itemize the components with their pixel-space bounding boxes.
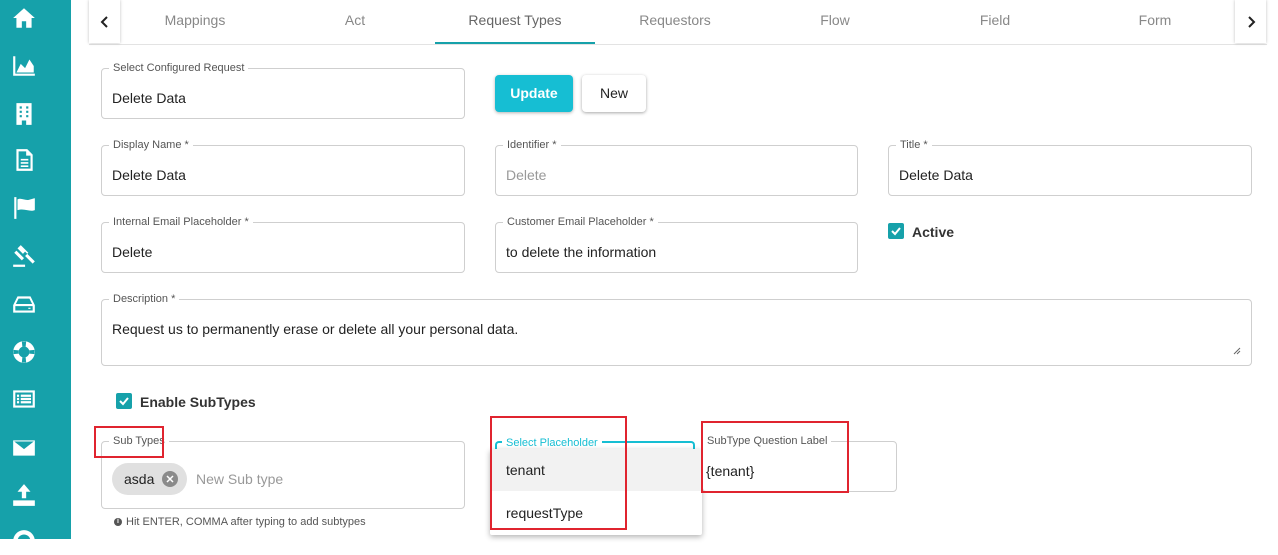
enable-subtypes-label: Enable SubTypes	[140, 394, 256, 410]
list-icon[interactable]	[10, 385, 38, 413]
lifebuoy-icon[interactable]	[10, 338, 38, 366]
customer-email-placeholder-value: to delete the information	[506, 244, 657, 260]
identifier-placeholder: Delete	[506, 167, 547, 183]
select-configured-request-value: Delete Data	[112, 90, 186, 106]
active-checkbox[interactable]	[888, 223, 904, 239]
highlight-box-sub-types	[94, 426, 164, 458]
sidebar	[0, 0, 71, 552]
tab-mappings[interactable]: Mappings	[115, 0, 275, 44]
checkmark-icon	[891, 227, 901, 236]
home-icon[interactable]	[10, 4, 38, 32]
gavel-icon[interactable]	[10, 242, 38, 270]
chevron-left-icon	[100, 15, 108, 28]
tab-form[interactable]: Form	[1075, 0, 1235, 44]
tab-bar: Mappings Act Request Types Requestors Fl…	[89, 0, 1267, 45]
tab-field[interactable]: Field	[915, 0, 1075, 44]
sub-types-placeholder: New Sub type	[196, 471, 284, 487]
title-field[interactable]: Title * Delete Data	[888, 138, 1252, 196]
tab-act[interactable]: Act	[275, 0, 435, 44]
new-button[interactable]: New	[582, 75, 646, 112]
select-configured-request-field[interactable]: Select Configured Request Delete Data	[101, 61, 465, 119]
identifier-field[interactable]: Identifier * Delete	[495, 138, 858, 196]
description-label: Description *	[109, 292, 180, 306]
enable-subtypes-checkbox[interactable]	[116, 393, 132, 409]
customer-email-placeholder-field[interactable]: Customer Email Placeholder * to delete t…	[495, 215, 858, 273]
sub-type-chip: asda	[112, 463, 187, 495]
description-textarea[interactable]: Description * Request us to permanently …	[101, 292, 1252, 366]
chevron-right-icon	[1247, 15, 1255, 28]
upload-icon[interactable]	[10, 481, 38, 509]
tab-flow[interactable]: Flow	[755, 0, 915, 44]
flag-icon[interactable]	[10, 194, 38, 222]
sub-type-chip-label: asda	[124, 471, 155, 487]
sub-types-hint: i Hit ENTER, COMMA after typing to add s…	[114, 516, 366, 528]
highlight-box-select-placeholder	[490, 416, 627, 530]
envelope-icon[interactable]	[10, 434, 38, 462]
chip-remove-icon[interactable]	[162, 471, 178, 487]
title-value: Delete Data	[899, 167, 973, 183]
internal-email-placeholder-field[interactable]: Internal Email Placeholder * Delete	[101, 215, 465, 273]
tab-requestors[interactable]: Requestors	[595, 0, 755, 44]
active-label: Active	[912, 224, 955, 240]
checkmark-icon	[119, 397, 129, 406]
sub-types-hint-text: Hit ENTER, COMMA after typing to add sub…	[126, 516, 366, 528]
document-icon[interactable]	[10, 146, 38, 174]
internal-email-placeholder-label: Internal Email Placeholder *	[109, 215, 253, 229]
tab-request-types[interactable]: Request Types	[435, 0, 595, 44]
area-chart-icon[interactable]	[10, 52, 38, 80]
identifier-label: Identifier *	[503, 138, 561, 152]
display-name-value: Delete Data	[112, 167, 186, 183]
building-icon[interactable]	[10, 100, 38, 128]
resize-handle-icon[interactable]	[1233, 347, 1241, 355]
select-configured-request-label: Select Configured Request	[109, 61, 249, 75]
update-button[interactable]: Update	[495, 75, 573, 112]
display-name-label: Display Name *	[109, 138, 193, 152]
inbox-tray-icon[interactable]	[10, 290, 38, 318]
highlight-box-subtype-question	[701, 421, 849, 493]
settings-circle-icon[interactable]	[10, 527, 38, 555]
display-name-field[interactable]: Display Name * Delete Data	[101, 138, 465, 196]
internal-email-placeholder-value: Delete	[112, 244, 153, 260]
customer-email-placeholder-label: Customer Email Placeholder *	[503, 215, 658, 229]
description-value: Request us to permanently erase or delet…	[112, 321, 519, 337]
title-label: Title *	[896, 138, 932, 152]
info-icon: i	[114, 518, 122, 526]
tab-scroll-right-button[interactable]	[1235, 0, 1266, 43]
